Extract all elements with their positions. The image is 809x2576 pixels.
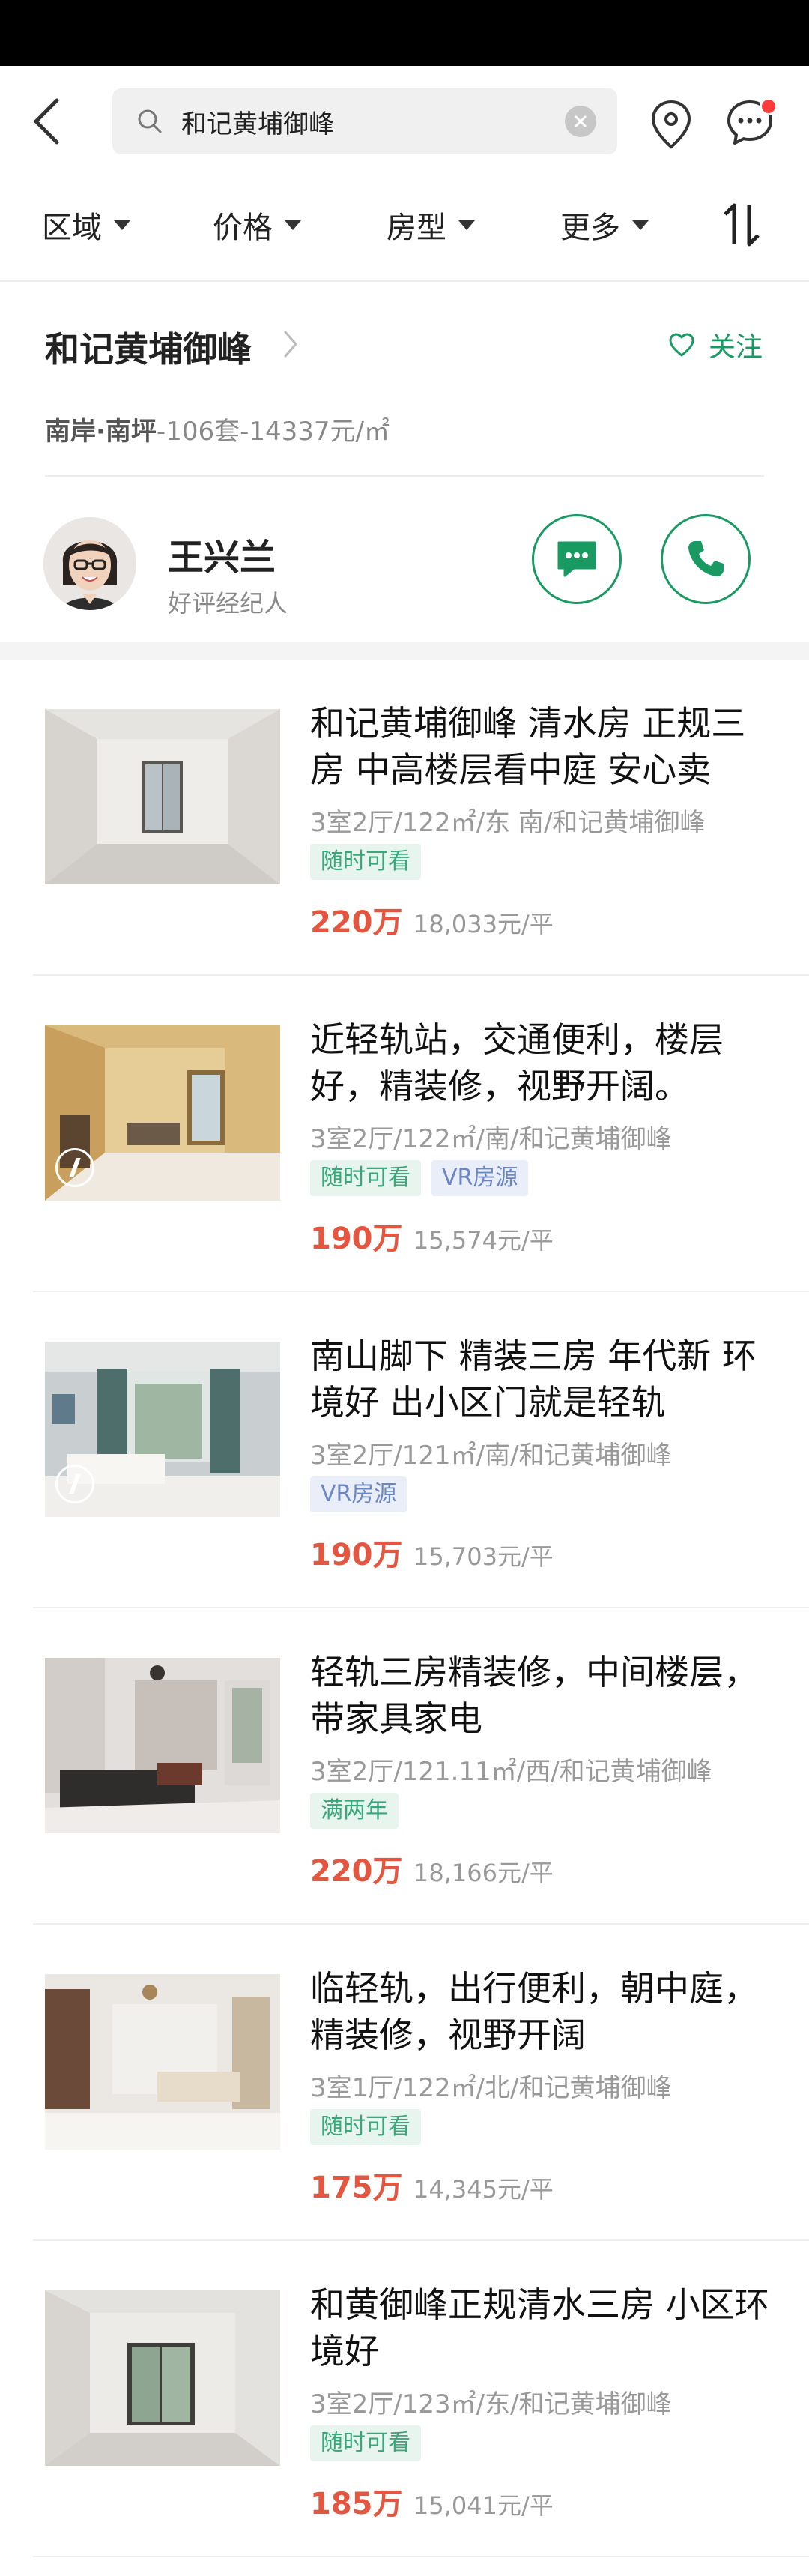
- listing-meta: 3室1厅/122㎡/北/和记黄埔御峰: [310, 2073, 672, 2103]
- tag-two-years: 满两年: [310, 1793, 399, 1829]
- listing-price: 190万: [310, 1538, 403, 1572]
- listing-tags: 随时可看 VR房源: [310, 1160, 539, 1196]
- community-card: 和记黄埔御峰 关注 南岸·南坪-106套-14337元/㎡ 王兴兰 好评经纪人: [0, 282, 809, 642]
- vr-icon: [55, 1465, 94, 1503]
- filter-label: 价格: [213, 211, 273, 245]
- listing-title: 临轻轨，出行便利，朝中庭，精装修，视野开阔: [310, 1968, 758, 2055]
- listing-tags: 满两年: [310, 1793, 409, 1829]
- clear-icon[interactable]: [565, 106, 596, 137]
- listing-photo: [45, 2290, 280, 2466]
- listing-title: 南山脚下 精装三房 年代新 环境好 出小区门就是轻轨: [310, 1336, 757, 1423]
- top-bar: 和记黄埔御峰: [0, 66, 809, 175]
- tag-viewing-anytime: 随时可看: [310, 1160, 421, 1196]
- phone-icon: [688, 541, 724, 576]
- listing-item[interactable]: 和黄御峰正规清水三房 小区环境好 3室2厅/123㎡/东/和记黄埔御峰 随时可看…: [0, 2241, 809, 2557]
- back-button[interactable]: [27, 96, 66, 147]
- heart-icon: [669, 333, 694, 357]
- filter-label: 区域: [42, 211, 102, 245]
- listing-photo: [45, 1025, 280, 1201]
- tag-viewing-anytime: 随时可看: [310, 844, 421, 880]
- filter-label: 更多: [560, 211, 620, 245]
- listing-title: 和黄御峰正规清水三房 小区环境好: [310, 2284, 769, 2371]
- listing-item[interactable]: 近轻轨站，交通便利，楼层好，精装修，视野开阔。 3室2厅/122㎡/南/和记黄埔…: [0, 976, 809, 1292]
- tag-viewing-anytime: 随时可看: [310, 2109, 421, 2145]
- section-gap: [0, 642, 809, 660]
- listing-price: 185万: [310, 2487, 403, 2521]
- listing-title: 轻轨三房精装修，中间楼层，带家具家电: [310, 1652, 758, 1739]
- community-info: 南岸·南坪-106套-14337元/㎡: [45, 411, 390, 447]
- status-bar: [0, 0, 809, 66]
- tag-vr: VR房源: [310, 1476, 407, 1512]
- filter-more[interactable]: 更多: [560, 204, 649, 246]
- location-pin-icon: [651, 100, 691, 149]
- agent-name: 王兴兰: [168, 537, 276, 579]
- caret-down-icon: [114, 220, 130, 230]
- filter-price[interactable]: 价格: [213, 204, 301, 246]
- listing-photo: [45, 1342, 280, 1517]
- agent-avatar[interactable]: [43, 517, 136, 610]
- listing-price: 220万: [310, 1854, 403, 1889]
- filter-bar: 区域 价格 房型 更多: [0, 175, 809, 282]
- listing-title: 近轻轨站，交通便利，楼层好，精装修，视野开阔。: [310, 1019, 724, 1106]
- tag-viewing-anytime: 随时可看: [310, 2425, 421, 2461]
- listing-price: 220万: [310, 905, 403, 940]
- filter-room-type[interactable]: 房型: [387, 204, 475, 246]
- listing-unit-price: 14,345元/平: [413, 2175, 554, 2204]
- divider: [45, 475, 764, 477]
- listing-unit-price: 18,166元/平: [413, 1859, 554, 1887]
- listing-meta: 3室2厅/121㎡/南/和记黄埔御峰: [310, 1441, 672, 1471]
- listing-meta: 3室2厅/122㎡/东 南/和记黄埔御峰: [310, 808, 706, 838]
- listing-title: 和记黄埔御峰 清水房 正规三房 中高楼层看中庭 安心卖: [310, 703, 746, 790]
- follow-button[interactable]: 关注: [668, 325, 763, 364]
- back-arrow-icon: [34, 98, 59, 145]
- listing-unit-price: 15,703元/平: [413, 1542, 554, 1571]
- listing-photo: [45, 709, 280, 884]
- search-icon: [135, 106, 165, 136]
- listing-tags: VR房源: [310, 1476, 417, 1512]
- sort-icon: [724, 203, 760, 247]
- search-query[interactable]: 和记黄埔御峰: [181, 103, 565, 140]
- tag-vr: VR房源: [431, 1160, 529, 1196]
- divider: [33, 2556, 809, 2557]
- listing-meta: 3室2厅/122㎡/南/和记黄埔御峰: [310, 1124, 672, 1154]
- filter-region[interactable]: 区域: [42, 204, 130, 246]
- listing-price: 175万: [310, 2171, 403, 2205]
- listing-price: 190万: [310, 1222, 403, 1256]
- listing-item[interactable]: 轻轨三房精装修，中间楼层，带家具家电 3室2厅/121.11㎡/西/和记黄埔御峰…: [0, 1608, 809, 1925]
- agent-role: 好评经纪人: [168, 589, 288, 618]
- listing-item[interactable]: 和记黄埔御峰 清水房 正规三房 中高楼层看中庭 安心卖 3室2厅/122㎡/东 …: [0, 660, 809, 976]
- listing-meta: 3室2厅/121.11㎡/西/和记黄埔御峰: [310, 1757, 712, 1787]
- listing-list: 和记黄埔御峰 清水房 正规三房 中高楼层看中庭 安心卖 3室2厅/122㎡/东 …: [0, 660, 809, 2557]
- chat-icon: [557, 541, 596, 577]
- location-button[interactable]: [649, 99, 694, 150]
- chat-agent-button[interactable]: [532, 514, 622, 604]
- call-agent-button[interactable]: [661, 514, 751, 604]
- listing-photo: [45, 1974, 280, 2150]
- listing-tags: 随时可看: [310, 844, 431, 880]
- listing-unit-price: 18,033元/平: [413, 910, 554, 938]
- listing-unit-price: 15,041元/平: [413, 2491, 554, 2520]
- chevron-right-icon[interactable]: [282, 328, 300, 360]
- listing-unit-price: 15,574元/平: [413, 1226, 554, 1255]
- follow-label: 关注: [709, 332, 763, 363]
- listing-item[interactable]: 南山脚下 精装三房 年代新 环境好 出小区门就是轻轨 3室2厅/121㎡/南/和…: [0, 1292, 809, 1608]
- search-bar[interactable]: 和记黄埔御峰: [112, 88, 617, 154]
- caret-down-icon: [632, 220, 649, 230]
- caret-down-icon: [285, 220, 301, 230]
- listing-photo: [45, 1658, 280, 1833]
- unread-badge: [760, 97, 778, 115]
- sort-button[interactable]: [721, 201, 763, 249]
- listing-meta: 3室2厅/123㎡/东/和记黄埔御峰: [310, 2389, 672, 2419]
- vr-icon: [55, 1148, 94, 1187]
- community-area: 南岸·南坪: [45, 417, 157, 447]
- community-name[interactable]: 和记黄埔御峰: [45, 322, 252, 372]
- filter-label: 房型: [387, 211, 446, 245]
- listing-tags: 随时可看: [310, 2109, 431, 2145]
- listing-item[interactable]: 临轻轨，出行便利，朝中庭，精装修，视野开阔 3室1厅/122㎡/北/和记黄埔御峰…: [0, 1925, 809, 2241]
- caret-down-icon: [458, 220, 475, 230]
- community-stats: -106套-14337元/㎡: [156, 417, 390, 447]
- listing-tags: 随时可看: [310, 2425, 431, 2461]
